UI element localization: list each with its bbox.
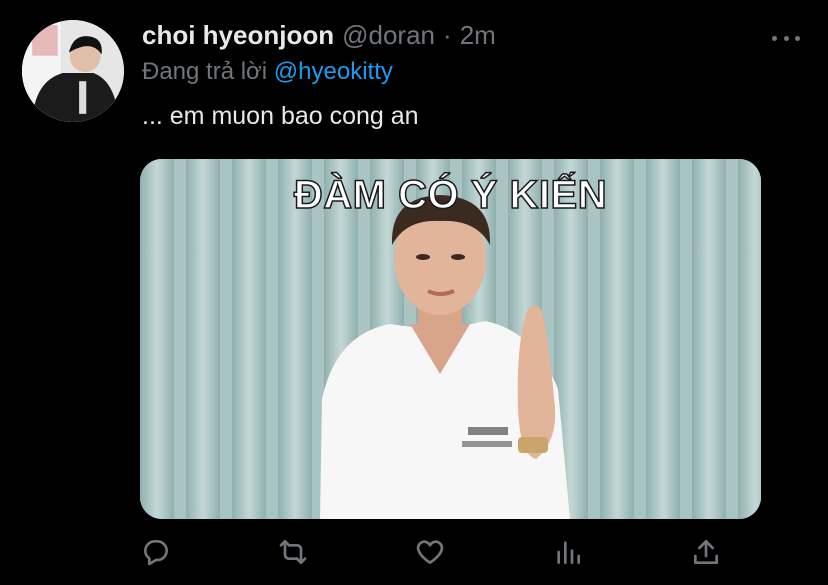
tweet-action-bar bbox=[140, 536, 730, 572]
retweet-button[interactable] bbox=[277, 536, 313, 572]
replying-to-mention[interactable]: @hyeokitty bbox=[274, 58, 393, 85]
tweet-media-image[interactable]: ĐÀM CÓ Ý KIẾN bbox=[140, 159, 761, 519]
reply-icon bbox=[143, 540, 168, 566]
like-icon bbox=[416, 540, 444, 564]
avatar[interactable] bbox=[22, 20, 124, 122]
user-handle[interactable]: @doran bbox=[342, 20, 435, 51]
replying-to-label: Đang trả lời bbox=[142, 58, 268, 85]
display-name[interactable]: choi hyeonjoon bbox=[142, 20, 334, 51]
share-icon bbox=[694, 540, 718, 564]
analytics-button[interactable] bbox=[552, 536, 588, 572]
media-caption: ĐÀM CÓ Ý KIẾN bbox=[293, 172, 608, 218]
tweet-text: ... em muon bao cong an bbox=[142, 102, 419, 130]
separator-dot: · bbox=[443, 20, 452, 50]
replying-to: Đang trả lời @hyeokitty bbox=[142, 58, 393, 86]
analytics-icon bbox=[557, 541, 580, 564]
share-button[interactable] bbox=[690, 536, 726, 572]
reply-button[interactable] bbox=[140, 536, 176, 572]
retweet-icon bbox=[279, 540, 307, 564]
like-button[interactable] bbox=[414, 536, 450, 572]
timestamp[interactable]: 2m bbox=[460, 20, 496, 51]
more-options-icon[interactable] bbox=[772, 28, 800, 48]
tweet-header: choi hyeonjoon @doran · 2m bbox=[142, 20, 496, 54]
